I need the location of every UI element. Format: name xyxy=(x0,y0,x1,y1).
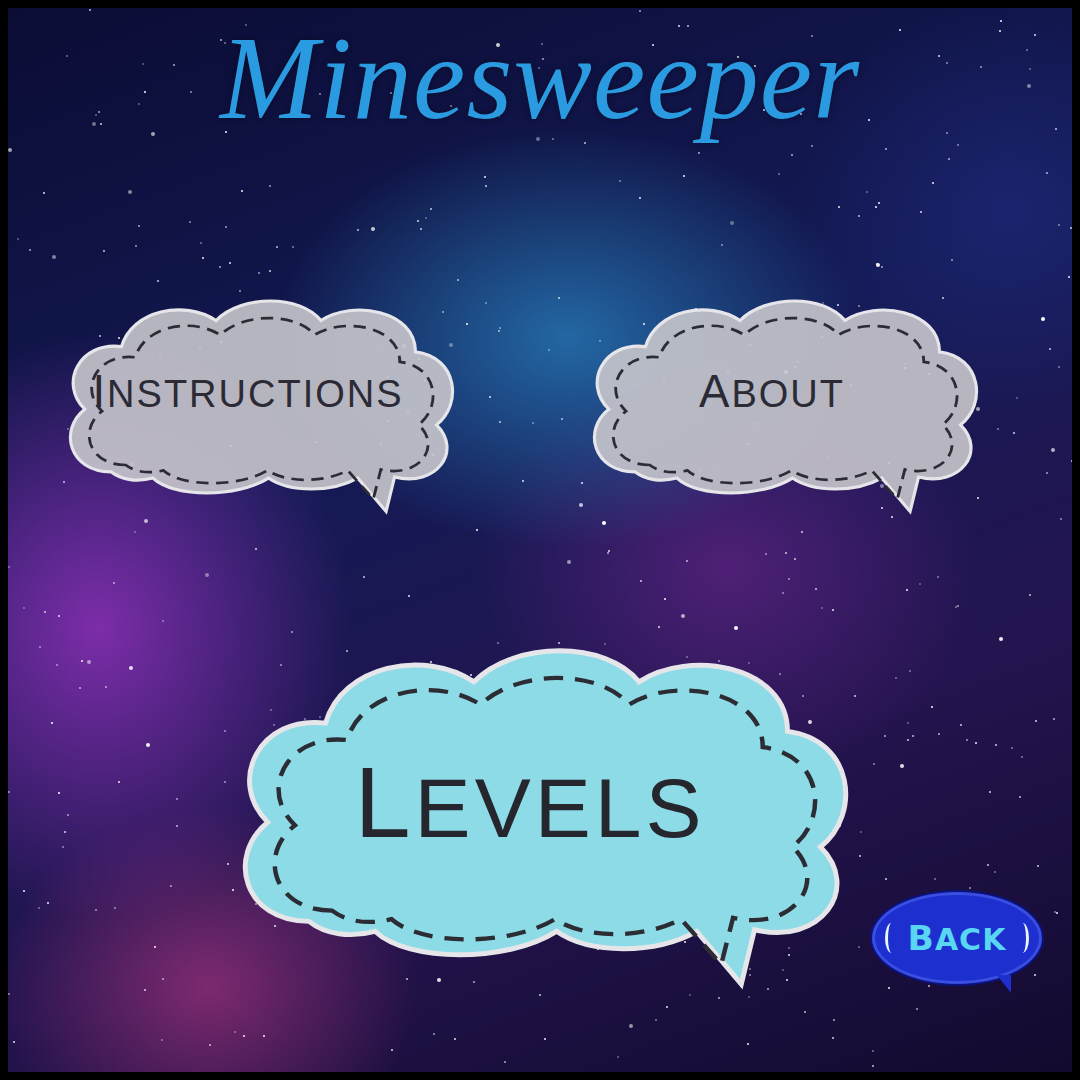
instructions-button-label: INSTRUCTIONS xyxy=(92,366,423,442)
main-menu-screen: Minesweeper INSTRUCTIONS ABOUT LEVELS BACK xyxy=(0,0,1080,1080)
title-bar: Minesweeper xyxy=(8,8,1072,154)
back-button[interactable]: BACK xyxy=(872,892,1042,984)
star-field xyxy=(8,8,10,10)
menu-row: INSTRUCTIONS ABOUT xyxy=(8,284,1072,524)
back-cell: BACK xyxy=(870,624,1072,1004)
spacer xyxy=(8,624,210,1004)
game-title: Minesweeper xyxy=(220,14,860,154)
speech-tail-icon xyxy=(997,975,1011,993)
about-button[interactable]: ABOUT xyxy=(572,284,992,524)
instructions-button[interactable]: INSTRUCTIONS xyxy=(48,284,468,524)
bottom-row: LEVELS BACK xyxy=(8,624,1072,1004)
levels-button-label: LEVELS xyxy=(355,745,726,884)
levels-button[interactable]: LEVELS xyxy=(210,624,870,1004)
back-label: BACK xyxy=(908,918,1007,958)
bracket-right-icon xyxy=(1016,923,1029,953)
bracket-left-icon xyxy=(885,923,898,953)
about-button-label: ABOUT xyxy=(699,366,865,442)
